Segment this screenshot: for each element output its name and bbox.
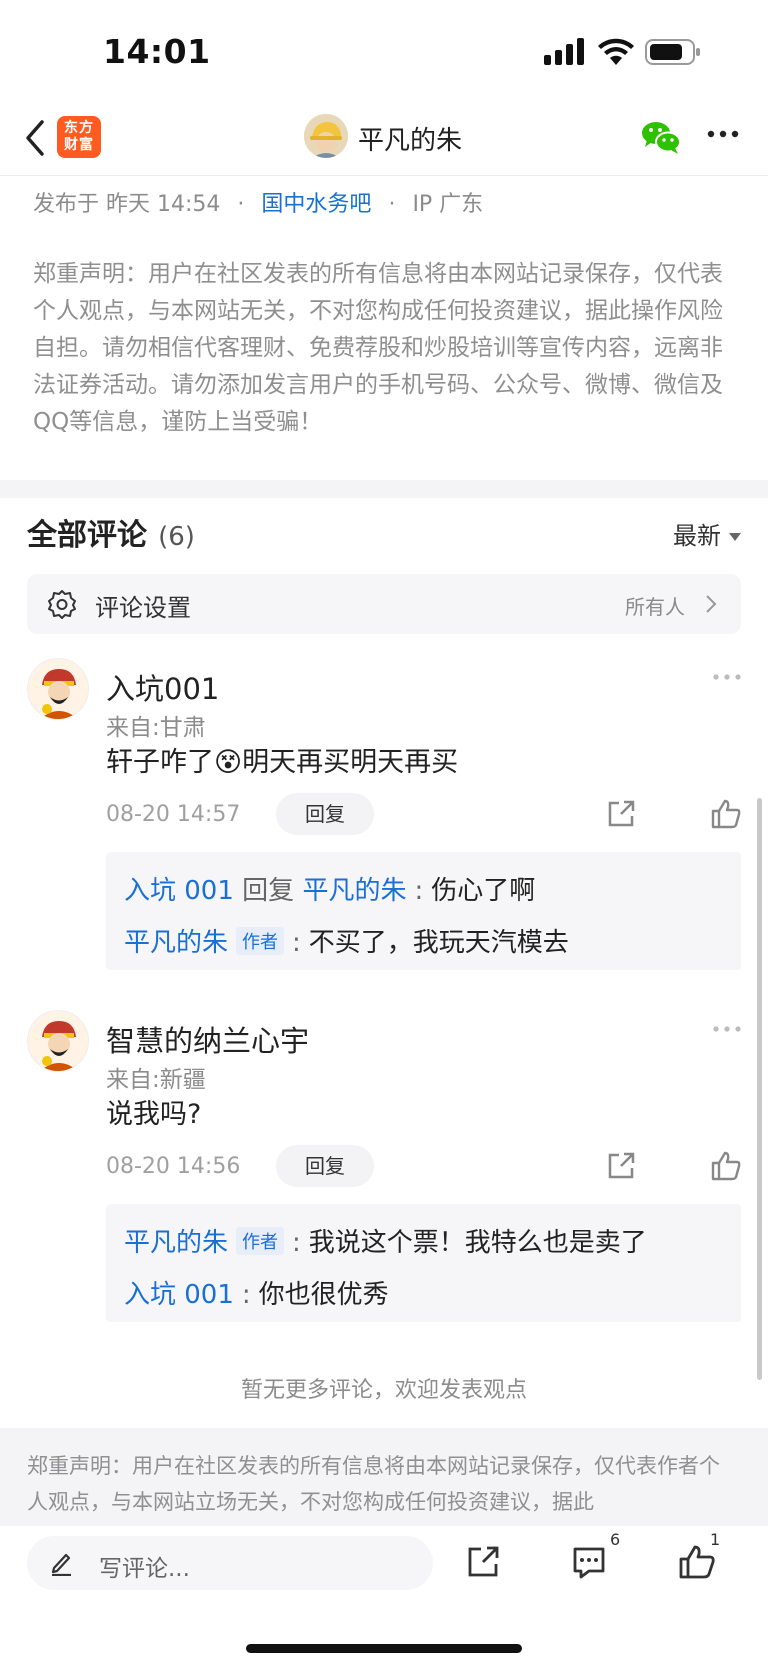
reply-box: 平凡的朱 作者: 我说这个票！我特么也是卖了 入坑 001: 你也很优秀 — [106, 1204, 741, 1322]
more-icon[interactable] — [707, 128, 739, 140]
avatar-illustration — [304, 114, 348, 158]
more-icon[interactable] — [712, 1024, 742, 1034]
commenter-name[interactable]: 入坑001 — [106, 666, 219, 708]
reply-text: 不买了，我玩天汽模去 — [308, 928, 569, 958]
comment-date: 08-20 14:56 — [106, 1154, 241, 1179]
reply-colon: : — [292, 1228, 301, 1258]
reply-item[interactable]: 平凡的朱 作者: 不买了，我玩天汽模去 — [124, 922, 569, 959]
back-icon[interactable] — [22, 118, 48, 158]
reply-button[interactable]: 回复 — [276, 793, 374, 835]
post-meta: 发布于 昨天 14:54 · 国中水务吧 · IP 广东 — [33, 186, 483, 218]
home-indicator[interactable] — [246, 1644, 522, 1653]
pen-icon — [51, 1553, 71, 1576]
commenter-avatar[interactable] — [27, 1010, 89, 1072]
gear-icon — [48, 590, 76, 619]
app-logo[interactable]: 东方 财富 — [57, 116, 101, 158]
comment-text: 说我吗? — [106, 1099, 202, 1130]
more-icon[interactable] — [712, 672, 742, 682]
like-icon[interactable] — [710, 1150, 742, 1182]
meta-separator: · — [237, 192, 245, 217]
reply-text: 我说这个票！我特么也是卖了 — [308, 1228, 647, 1258]
wifi-icon — [598, 38, 634, 65]
status-bar: 14:01 — [0, 0, 768, 100]
reply-user[interactable]: 平凡的朱 — [124, 1228, 228, 1258]
caret-down-icon — [729, 533, 741, 541]
commenter-avatar[interactable] — [27, 658, 89, 720]
reply-user[interactable]: 平凡的朱 — [124, 928, 228, 958]
wechat-icon[interactable] — [640, 118, 682, 156]
comment-settings-row[interactable]: 评论设置 所有人 — [27, 574, 741, 634]
disclaimer-bottom: 郑重声明：用户在社区发表的所有信息将由本网站记录保存，仅代表作者个人观点，与本网… — [27, 1454, 720, 1514]
write-comment-input[interactable]: 写评论... — [27, 1536, 433, 1590]
commenter-location: 来自:甘肃 — [106, 715, 206, 741]
cellular-signal-icon — [544, 38, 584, 65]
comments-count: (6) — [158, 522, 195, 552]
like-icon[interactable] — [710, 798, 742, 830]
ip-location: IP 广东 — [412, 192, 484, 217]
reply-target[interactable]: 平凡的朱 — [302, 876, 406, 906]
status-time: 14:01 — [103, 32, 211, 71]
reply-item[interactable]: 入坑 001 回复 平凡的朱: 伤心了啊 — [124, 870, 535, 907]
comment-icon[interactable] — [571, 1544, 607, 1580]
comments-header: 全部评论 (6) 最新 — [27, 510, 741, 556]
avatar-illustration — [40, 669, 78, 719]
meta-separator: · — [388, 192, 396, 217]
avatar-illustration — [40, 1021, 78, 1071]
share-icon[interactable] — [605, 798, 637, 830]
disclaimer-top: 郑重声明：用户在社区发表的所有信息将由本网站记录保存，仅代表个人观点，与本网站无… — [33, 261, 723, 435]
reply-item[interactable]: 入坑 001: 你也很优秀 — [124, 1274, 389, 1311]
author-badge: 作者 — [236, 1227, 285, 1255]
reply-button[interactable]: 回复 — [276, 1145, 374, 1187]
battery-icon — [645, 39, 700, 65]
reply-box: 入坑 001 回复 平凡的朱: 伤心了啊 平凡的朱 作者: 不买了，我玩天汽模去 — [106, 852, 741, 970]
comment-date: 08-20 14:57 — [106, 802, 241, 827]
bottom-action-bar: 写评论... 6 1 — [0, 1526, 768, 1665]
published-prefix: 发布于 — [33, 192, 100, 217]
comment-text: 轩子咋了😵明天再买明天再买 — [106, 740, 458, 779]
comment-text-part: 明天再买明天再买 — [242, 747, 459, 778]
chevron-right-icon — [706, 595, 717, 613]
no-more-comments: 暂无更多评论，欢迎发表观点 — [240, 1378, 527, 1403]
sort-dropdown[interactable]: 最新 — [673, 516, 741, 551]
like-icon[interactable] — [678, 1544, 716, 1580]
reply-colon: : — [292, 928, 301, 958]
author-avatar[interactable] — [304, 114, 348, 158]
write-comment-placeholder: 写评论... — [99, 1556, 190, 1582]
published-time: 昨天 14:54 — [106, 192, 221, 217]
comments-title: 全部评论 — [27, 518, 147, 553]
reply-text: 伤心了啊 — [431, 876, 536, 906]
settings-label: 评论设置 — [95, 594, 191, 622]
app-logo-line2: 财富 — [64, 137, 94, 153]
reply-colon: : — [414, 876, 424, 906]
dizzy-face-emoji: 😵 — [214, 747, 243, 778]
comment-count-badge: 6 — [610, 1530, 621, 1549]
reply-user[interactable]: 入坑 001 — [124, 876, 234, 906]
section-divider — [0, 480, 768, 498]
app-logo-line1: 东方 — [64, 120, 94, 136]
scrollbar[interactable] — [757, 798, 762, 1380]
share-icon[interactable] — [465, 1544, 501, 1580]
commenter-location: 来自:新疆 — [106, 1067, 206, 1093]
nav-bar: 东方 财富 平凡的朱 — [0, 100, 768, 176]
reply-word: 回复 — [242, 876, 295, 906]
comment-text-part: 轩子咋了 — [106, 747, 214, 778]
bar-link[interactable]: 国中水务吧 — [261, 192, 371, 217]
author-badge: 作者 — [236, 927, 285, 955]
reply-user[interactable]: 入坑 001 — [124, 1280, 234, 1310]
like-count-badge: 1 — [710, 1530, 721, 1549]
share-icon[interactable] — [605, 1150, 637, 1182]
sort-label: 最新 — [673, 522, 721, 550]
nav-title: 平凡的朱 — [358, 126, 463, 156]
settings-value: 所有人 — [625, 595, 685, 619]
reply-item[interactable]: 平凡的朱 作者: 我说这个票！我特么也是卖了 — [124, 1222, 647, 1259]
reply-colon: : — [241, 1280, 251, 1310]
reply-text: 你也很优秀 — [258, 1280, 389, 1310]
commenter-name[interactable]: 智慧的纳兰心宇 — [106, 1018, 309, 1060]
